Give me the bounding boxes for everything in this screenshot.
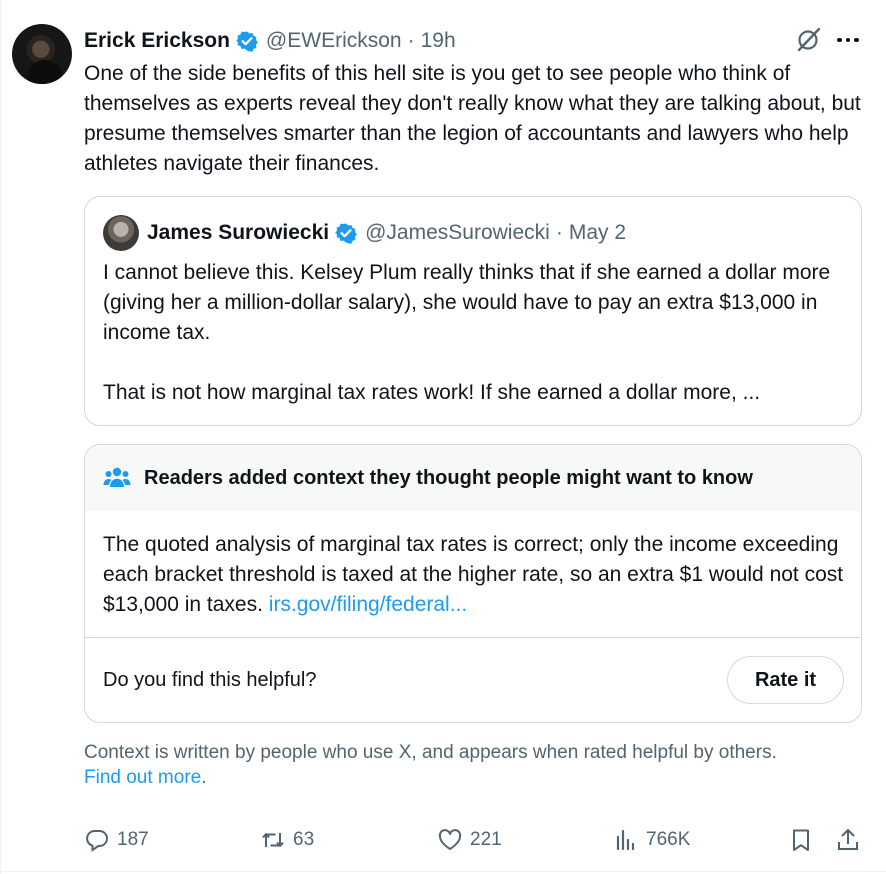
like-icon <box>438 829 462 850</box>
bookmark-icon <box>793 829 809 851</box>
quoted-tweet-date[interactable]: May 2 <box>569 221 626 245</box>
like-count: 221 <box>470 829 502 850</box>
tweet-divider <box>0 871 886 872</box>
share-button[interactable] <box>835 822 861 858</box>
repost-icon <box>262 833 284 847</box>
bookmark-button[interactable] <box>788 822 814 858</box>
quoted-author-avatar[interactable] <box>103 215 139 251</box>
rate-it-button[interactable]: Rate it <box>727 656 844 704</box>
tweet-header: Erick Erickson @EWErickson · 19h <box>84 27 456 55</box>
quoted-tweet-text: I cannot believe this. Kelsey Plum reall… <box>103 258 853 408</box>
verified-badge-icon <box>335 222 358 244</box>
context-footer: Context is written by people who use X, … <box>84 740 864 790</box>
views-button[interactable]: 766K <box>613 822 690 858</box>
reply-button[interactable]: 187 <box>84 822 149 858</box>
community-note-divider <box>85 637 861 638</box>
repost-button[interactable]: 63 <box>260 822 314 858</box>
quoted-author-name[interactable]: James Surowiecki <box>147 221 329 245</box>
timeline-border <box>0 0 1 874</box>
quoted-author-handle[interactable]: @JamesSurowiecki <box>365 221 550 245</box>
people-icon <box>103 465 131 491</box>
repost-count: 63 <box>293 829 315 850</box>
like-button[interactable]: 221 <box>437 822 502 858</box>
community-note-title: Readers added context they thought peopl… <box>144 467 753 489</box>
reply-icon <box>86 830 108 852</box>
author-avatar[interactable] <box>12 24 72 84</box>
community-note: Readers added context they thought peopl… <box>84 444 862 723</box>
more-icon[interactable] <box>835 30 861 50</box>
quoted-tweet-paragraph: That is not how marginal tax rates work!… <box>103 381 761 404</box>
helpful-question: Do you find this helpful? <box>103 669 317 691</box>
header-separator: · <box>407 29 415 52</box>
grok-icon[interactable] <box>794 26 822 54</box>
verified-badge-icon <box>236 30 258 52</box>
views-icon <box>616 829 635 851</box>
quoted-header-separator: · <box>555 221 563 244</box>
quoted-tweet[interactable]: James Surowiecki @JamesSurowiecki · May … <box>84 196 862 426</box>
tweet: Erick Erickson @EWErickson · 19h One of … <box>0 0 886 874</box>
share-icon <box>838 829 858 850</box>
quoted-tweet-paragraph: I cannot believe this. Kelsey Plum reall… <box>103 261 831 344</box>
tweet-time[interactable]: 19h <box>421 29 456 53</box>
author-name[interactable]: Erick Erickson <box>84 29 230 53</box>
tweet-text: One of the side benefits of this hell si… <box>84 62 861 175</box>
reply-count: 187 <box>117 829 149 850</box>
quoted-tweet-header: James Surowiecki @JamesSurowiecki · May … <box>147 219 626 247</box>
community-note-text: The quoted analysis of marginal tax rate… <box>103 530 855 620</box>
community-note-header: Readers added context they thought peopl… <box>85 445 861 511</box>
author-handle[interactable]: @EWErickson <box>266 29 402 53</box>
community-note-body: The quoted analysis of marginal tax rate… <box>103 533 844 616</box>
context-footer-text: Context is written by people who use X, … <box>84 742 777 763</box>
view-count: 766K <box>646 829 691 850</box>
find-out-more-link[interactable]: Find out more <box>84 767 201 788</box>
context-footer-period: . <box>201 767 207 788</box>
community-note-source-link[interactable]: irs.gov/filing/federal... <box>269 593 467 616</box>
tweet-actions: 187 63 221 766K <box>84 822 864 858</box>
